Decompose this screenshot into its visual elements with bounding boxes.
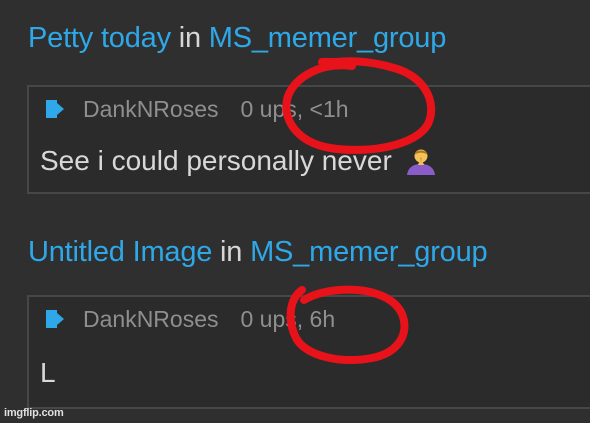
comment-card-2: DankNRoses 0 ups, 6h L [27,295,590,409]
group-link[interactable]: MS_memer_group [250,236,488,268]
comment-text-content: See i could personally never [40,145,392,176]
comment-text: L [40,357,56,389]
comment-time: <1h [309,95,349,122]
comment-text: See i could personally never [40,145,438,177]
user-icon[interactable] [43,97,67,121]
group-link[interactable]: MS_memer_group [209,22,447,54]
comment-votes: 0 ups, [240,95,304,122]
comment-username[interactable]: DankNRoses [83,306,219,333]
post-title-2: Untitled Image in MS_memer_group [28,236,488,269]
comment-card-1: DankNRoses 0 ups, <1h See i could person… [27,85,590,194]
user-icon[interactable] [43,307,67,331]
comment-username[interactable]: DankNRoses [83,96,219,123]
post-title-link[interactable]: Untitled Image [28,236,212,268]
comment-time: 6h [309,305,336,332]
comment-meta: DankNRoses 0 ups, <1h [43,95,349,123]
watermark: imgflip.com [4,407,64,419]
post-title-connector: in [178,22,201,54]
person-bowing-hands-icon [406,149,435,175]
post-title-1: Petty today in MS_memer_group [28,22,446,55]
post-title-connector: in [220,236,243,268]
comment-votes: 0 ups, [240,305,304,332]
comment-text-content: L [40,357,56,388]
post-title-link[interactable]: Petty today [28,22,171,54]
comment-meta: DankNRoses 0 ups, 6h [43,305,336,333]
